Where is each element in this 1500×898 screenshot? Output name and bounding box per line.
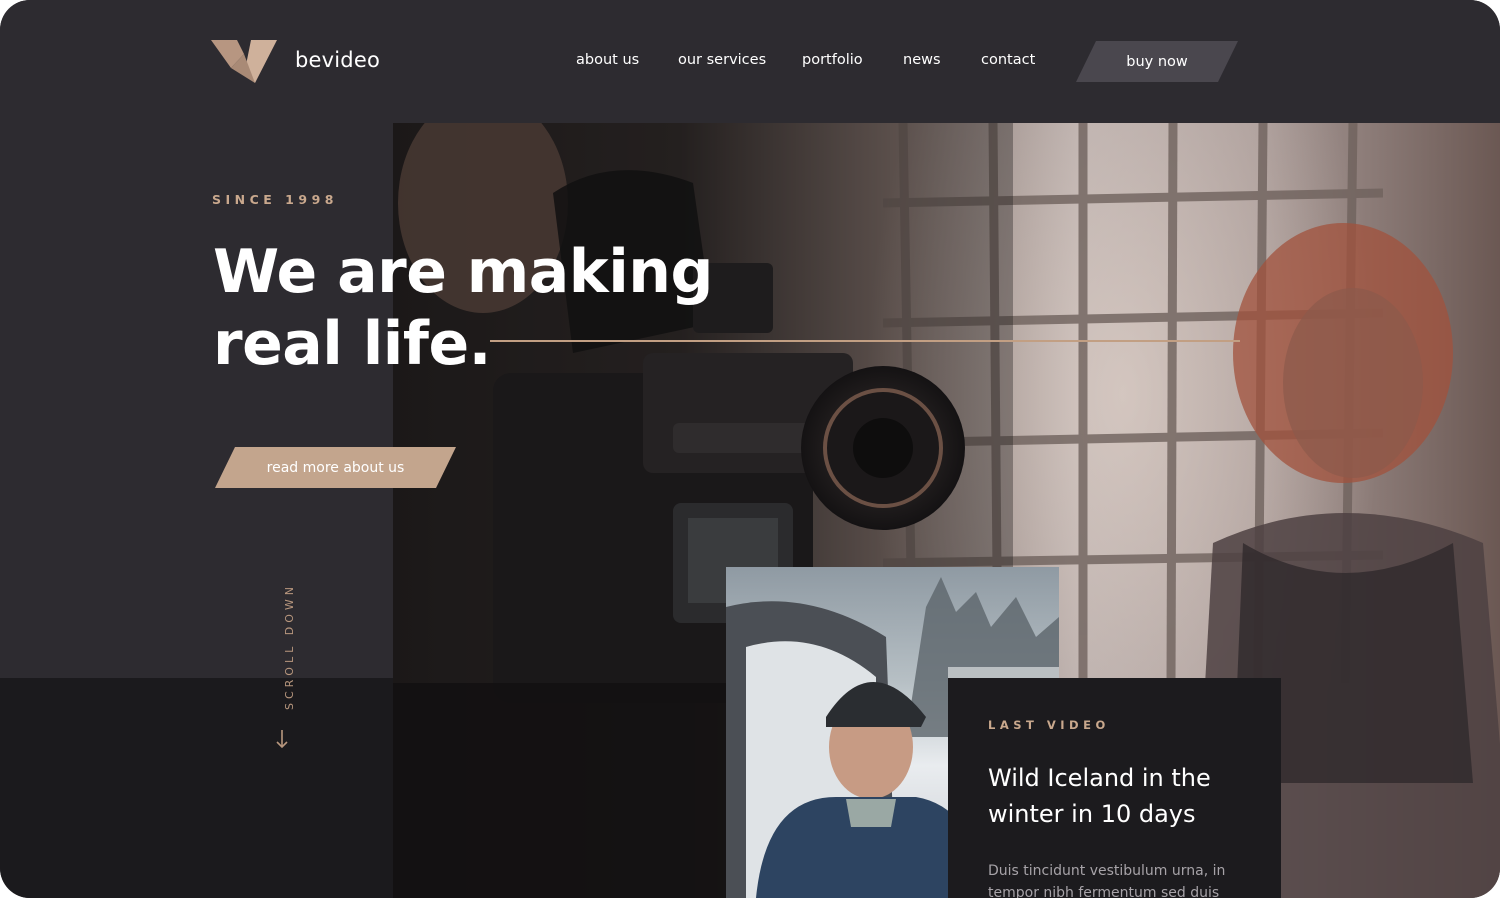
last-video-excerpt-line-2: tempor nibh fermentum sed duis	[988, 885, 1220, 898]
nav-item-our-services[interactable]: our services	[678, 52, 766, 68]
accent-divider	[490, 340, 1240, 342]
last-video-excerpt: Duis tincidunt vestibulum urna, in tempo…	[988, 860, 1248, 898]
hero-headline-line-2: real life.	[213, 309, 491, 379]
page-frame: bevideo about us our services portfolio …	[0, 0, 1500, 898]
scroll-down-label[interactable]: SCROLL DOWN	[283, 583, 296, 710]
hero-headline: We are making real life.	[213, 236, 713, 380]
nav-item-news[interactable]: news	[903, 52, 941, 68]
last-video-title-line-2[interactable]: winter in 10 days	[988, 796, 1248, 832]
site-header: bevideo about us our services portfolio …	[0, 0, 1500, 123]
nav-item-portfolio[interactable]: portfolio	[802, 52, 863, 68]
logo-mark-icon[interactable]	[211, 40, 277, 83]
dark-band	[0, 678, 393, 898]
read-more-button[interactable]: read more about us	[215, 447, 456, 488]
arrow-down-icon[interactable]	[273, 728, 291, 750]
hero-headline-line-1: We are making	[213, 237, 713, 307]
last-video-excerpt-line-1: Duis tincidunt vestibulum urna, in	[988, 863, 1226, 879]
last-video-card: LAST VIDEO Wild Iceland in the winter in…	[948, 678, 1281, 898]
nav-item-about-us[interactable]: about us	[576, 52, 639, 68]
last-video-title[interactable]: Wild Iceland in the winter in 10 days	[988, 760, 1248, 832]
buy-now-button[interactable]: buy now	[1076, 41, 1238, 82]
brand-name[interactable]: bevideo	[295, 48, 380, 72]
last-video-label: LAST VIDEO	[988, 718, 1110, 732]
hero-eyebrow: SINCE 1998	[212, 192, 338, 207]
nav-item-contact[interactable]: contact	[981, 52, 1035, 68]
last-video-title-line-1[interactable]: Wild Iceland in the	[988, 760, 1248, 796]
